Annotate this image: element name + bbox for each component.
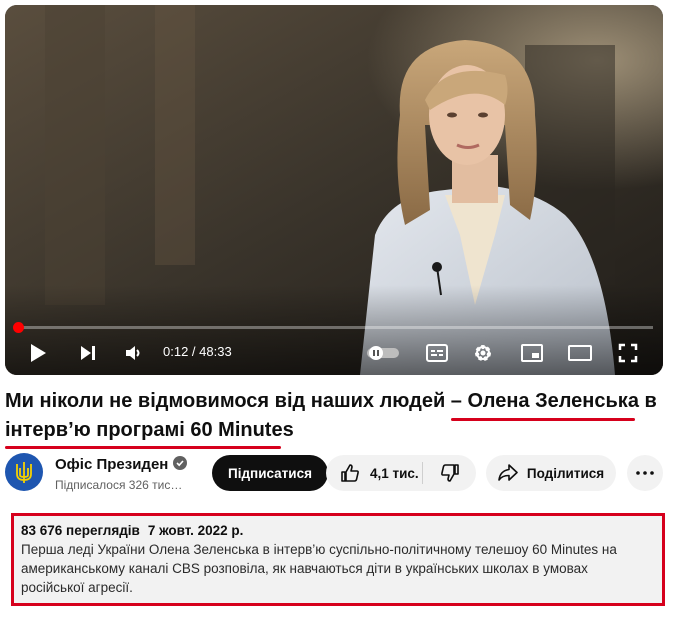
description-box[interactable]: 83 676 переглядів 7 жовт. 2022 р. Перша л… [11,513,665,606]
next-button[interactable] [73,338,103,368]
video-player[interactable]: 0:12 / 48:33 [5,5,663,375]
verified-badge-icon [173,456,187,470]
thumbs-down-icon [440,464,459,482]
thumbs-up-icon [341,464,359,482]
like-button[interactable]: 4,1 тис. [326,455,422,491]
more-horizontal-icon [636,471,654,475]
like-count: 4,1 тис. [370,465,419,481]
volume-button[interactable] [118,338,148,368]
red-underline [5,446,281,449]
subtitles-icon [426,344,448,362]
settings-icon [475,345,491,361]
volume-icon [126,346,140,360]
like-dislike-group: 4,1 тис. [326,455,476,491]
trident-icon [16,462,32,483]
subscribe-button[interactable]: Підписатися [212,455,328,491]
miniplayer-icon [521,344,543,362]
play-button[interactable] [23,338,53,368]
video-title-line1: Ми ніколи не відмовимося від наших людей… [5,390,657,412]
subtitles-button[interactable] [422,338,452,368]
autoplay-toggle-icon [367,346,399,360]
red-underline [451,418,635,421]
fullscreen-button[interactable] [613,338,643,368]
next-icon [81,346,95,360]
time-display: 0:12 / 48:33 [163,344,232,359]
video-title: Ми ніколи не відмовимося від наших людей… [5,387,665,445]
fullscreen-icon [618,343,638,363]
subscriber-count: Підписалося 326 тис… [55,478,183,492]
video-title-line2: інтерв’ю програмі 60 Minutes [5,419,294,441]
progress-bar[interactable] [12,322,653,333]
scrubber-handle[interactable] [12,322,24,333]
description-line: Перша леді України Олена Зеленська в інт… [21,542,617,557]
description-line: російської агресії. [21,580,133,595]
share-icon [498,464,518,481]
description-line: американському каналі CBS розповіла, як … [21,561,588,576]
more-actions-button[interactable] [627,455,663,491]
share-label: Поділитися [526,465,605,481]
view-count: 83 676 переглядів [21,523,140,538]
miniplayer-button[interactable] [517,338,547,368]
share-button[interactable]: Поділитися [486,455,616,491]
theater-mode-button[interactable] [565,338,595,368]
upload-date: 7 жовт. 2022 р. [147,523,244,538]
settings-button[interactable] [468,338,498,368]
channel-avatar[interactable] [5,453,43,491]
channel-name[interactable]: Офіс Президен [55,456,168,473]
autoplay-toggle[interactable] [365,338,401,368]
dislike-button[interactable] [423,455,476,491]
theater-icon [568,345,592,361]
play-icon [31,344,46,362]
description-meta: 83 676 переглядів 7 жовт. 2022 р. [21,521,653,540]
